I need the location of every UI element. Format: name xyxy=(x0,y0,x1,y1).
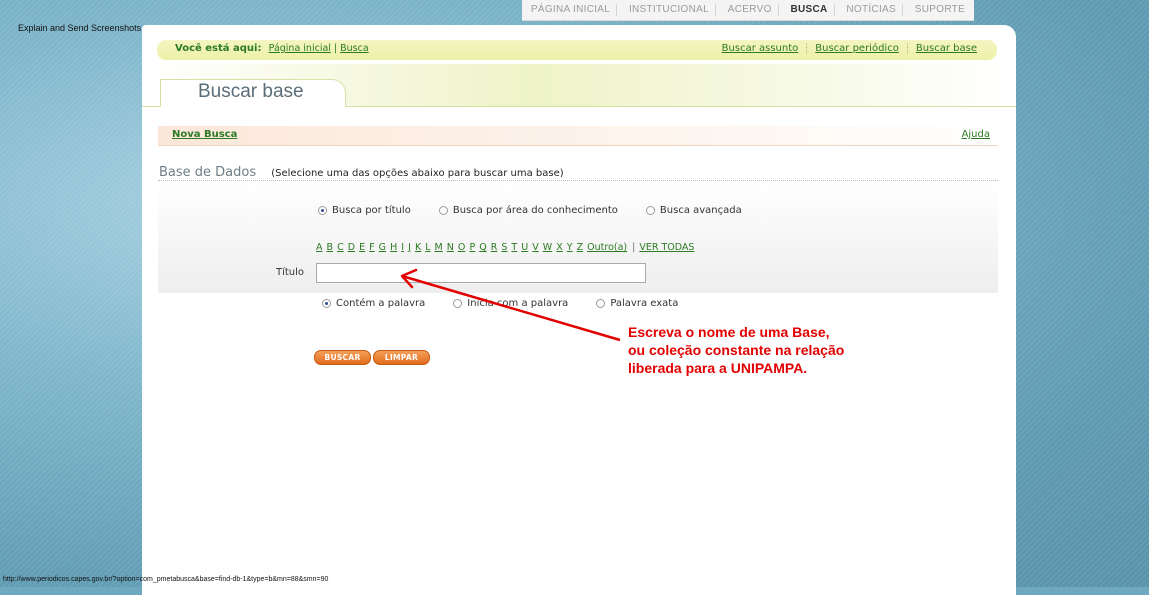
annotation-line: liberada para a UNIPAMPA. xyxy=(628,360,808,376)
status-bar-url: http://www.periodicos.capes.gov.br/?opti… xyxy=(3,576,329,583)
annotation-callout: Escreva o nome de uma Base, ou coleção c… xyxy=(628,323,844,377)
annotation-line: Escreva o nome de uma Base, xyxy=(628,324,830,340)
annotation-arrow-icon xyxy=(400,268,621,342)
annotation-line: ou coleção constante na relação xyxy=(628,342,845,358)
